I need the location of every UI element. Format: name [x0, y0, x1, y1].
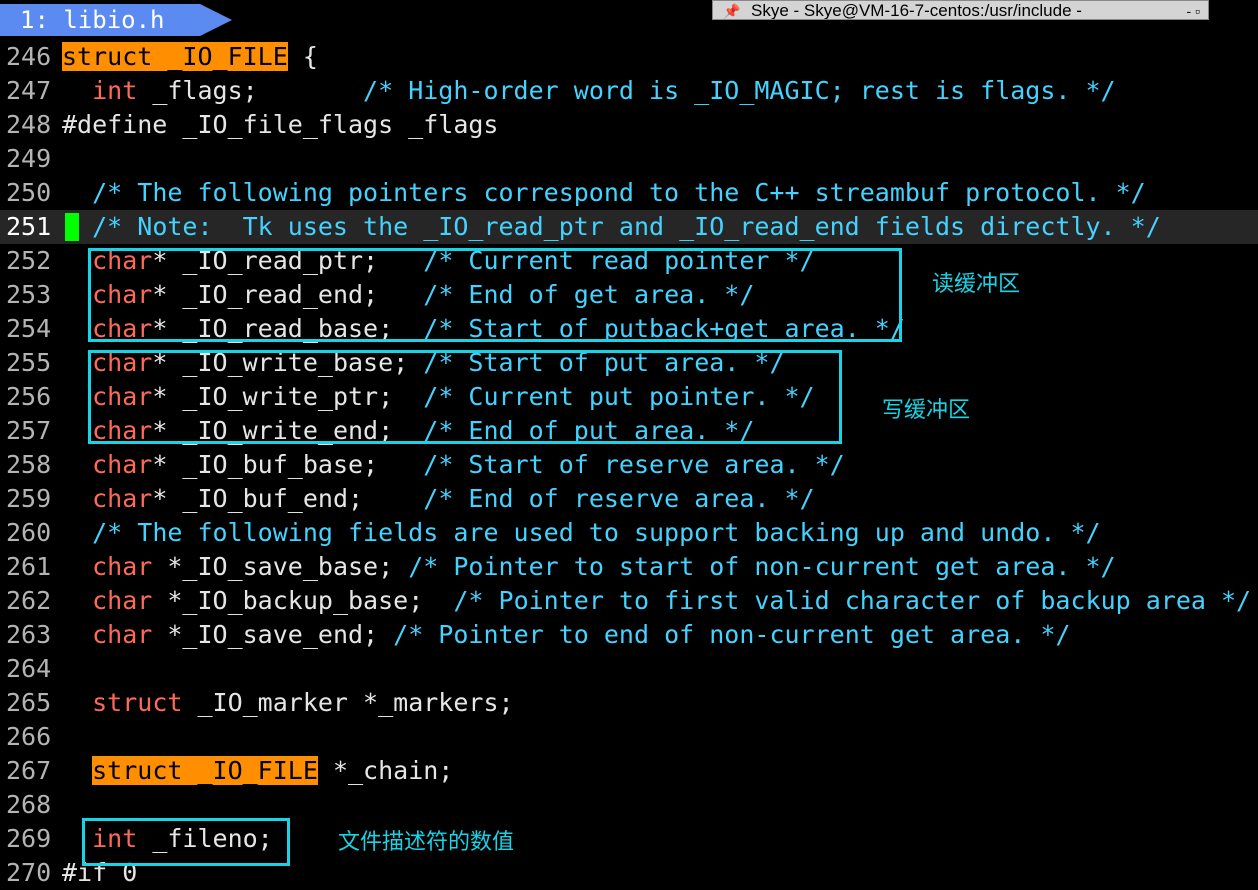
keyword-token: char — [92, 450, 153, 479]
comment-token: /* Pointer to end of non-current get are… — [393, 620, 1071, 649]
keyword-token: char — [92, 484, 153, 513]
comment-token: /* The following pointers correspond to … — [92, 178, 1146, 207]
code-line[interactable]: 267 struct _IO_FILE *_chain; — [0, 754, 1258, 788]
code-token: _IO_marker *_markers; — [182, 688, 514, 717]
window-title: Skye - Skye@VM-16-7-centos:/usr/include … — [751, 1, 1082, 20]
comment-token: /* Pointer to first valid character of b… — [453, 586, 1252, 615]
buffer-tab[interactable]: 1: libio.h — [0, 4, 232, 36]
code-line[interactable]: 246 struct _IO_FILE { — [0, 40, 1258, 74]
line-number: 250 — [6, 178, 52, 207]
read-buffer-label: 读缓冲区 — [932, 272, 1021, 297]
keyword-token: int — [92, 76, 138, 105]
code-token: _flags; — [137, 76, 364, 105]
search-highlight: struct _IO_FILE — [62, 42, 288, 71]
code-line[interactable]: 268 — [0, 788, 1258, 822]
line-number: 265 — [6, 688, 52, 717]
code-line[interactable]: 265 struct _IO_marker *_markers; — [0, 686, 1258, 720]
line-number: 263 — [6, 620, 52, 649]
line-number: 247 — [6, 76, 52, 105]
code-token: *_IO_save_base; — [152, 552, 409, 581]
line-number: 270 — [6, 858, 52, 887]
fileno-label: 文件描述符的数值 — [338, 830, 515, 855]
fileno-box — [82, 818, 290, 866]
comment-token: /* Pointer to start of non-current get a… — [408, 552, 1116, 581]
line-number: 252 — [6, 246, 52, 275]
line-number: 260 — [6, 518, 52, 547]
line-number: 253 — [6, 280, 52, 309]
line-number: 254 — [6, 314, 52, 343]
keyword-token: char — [92, 620, 153, 649]
code-line[interactable]: 261 char *_IO_save_base; /* Pointer to s… — [0, 550, 1258, 584]
code-token: * _IO_buf_end; — [152, 484, 424, 513]
text-cursor — [65, 213, 79, 241]
code-line[interactable]: 264 — [0, 652, 1258, 686]
line-number: 269 — [6, 824, 52, 853]
keyword-token: char — [92, 586, 153, 615]
comment-token: /* High-order word is _IO_MAGIC; rest is… — [363, 76, 1116, 105]
line-number: 258 — [6, 450, 52, 479]
line-number: 266 — [6, 722, 52, 751]
code-token: { — [287, 42, 318, 71]
code-line[interactable]: 260 /* The following fields are used to … — [0, 516, 1258, 550]
code-token: *_IO_save_end; — [152, 620, 394, 649]
search-highlight: struct _IO_FILE — [92, 756, 318, 785]
window-titlebar[interactable]: 📌 Skye - Skye@VM-16-7-centos:/usr/includ… — [712, 0, 1209, 20]
code-line[interactable]: 251 /* Note: Tk uses the _IO_read_ptr an… — [0, 210, 1258, 244]
code-line[interactable]: 259 char* _IO_buf_end; /* End of reserve… — [0, 482, 1258, 516]
line-number: 256 — [6, 382, 52, 411]
pin-icon[interactable]: 📌 — [723, 1, 740, 19]
write-buffer-box — [88, 350, 842, 444]
comment-token: /* Start of reserve area. */ — [423, 450, 845, 479]
line-number: 261 — [6, 552, 52, 581]
read-buffer-box — [88, 248, 902, 342]
code-line[interactable]: 248 #define _IO_file_flags _flags — [0, 108, 1258, 142]
line-number: 255 — [6, 348, 52, 377]
code-token: #define _IO_file_flags _flags — [62, 110, 499, 139]
line-number: 246 — [6, 42, 52, 71]
line-number: 262 — [6, 586, 52, 615]
comment-token: /* Note: Tk uses the _IO_read_ptr and _I… — [92, 212, 1161, 241]
code-token: *_IO_backup_base; — [152, 586, 454, 615]
line-number: 248 — [6, 110, 52, 139]
line-number: 257 — [6, 416, 52, 445]
line-number: 249 — [6, 144, 52, 173]
line-number: 259 — [6, 484, 52, 513]
code-line[interactable]: 247 int _flags; /* High-order word is _I… — [0, 74, 1258, 108]
window-controls[interactable]: - ▫ — [1186, 1, 1200, 19]
line-number: 264 — [6, 654, 52, 683]
code-editor[interactable]: 246 struct _IO_FILE {247 int _flags; /* H… — [0, 40, 1258, 890]
code-token: *_chain; — [317, 756, 454, 785]
comment-token: /* The following fields are used to supp… — [92, 518, 1101, 547]
code-token: * _IO_buf_base; — [152, 450, 424, 479]
keyword-token: struct — [92, 688, 183, 717]
keyword-token: char — [92, 552, 153, 581]
write-buffer-label: 写缓冲区 — [882, 398, 971, 423]
code-line[interactable]: 262 char *_IO_backup_base; /* Pointer to… — [0, 584, 1258, 618]
code-line[interactable]: 266 — [0, 720, 1258, 754]
comment-token: /* End of reserve area. */ — [423, 484, 815, 513]
tab-bar: 1: libio.h 📌 Skye - Skye@VM-16-7-centos:… — [0, 0, 1258, 38]
code-line[interactable]: 263 char *_IO_save_end; /* Pointer to en… — [0, 618, 1258, 652]
line-number: 251 — [6, 212, 52, 241]
line-number: 268 — [6, 790, 52, 819]
code-line[interactable]: 258 char* _IO_buf_base; /* Start of rese… — [0, 448, 1258, 482]
line-number: 267 — [6, 756, 52, 785]
code-line[interactable]: 249 — [0, 142, 1258, 176]
code-line[interactable]: 250 /* The following pointers correspond… — [0, 176, 1258, 210]
